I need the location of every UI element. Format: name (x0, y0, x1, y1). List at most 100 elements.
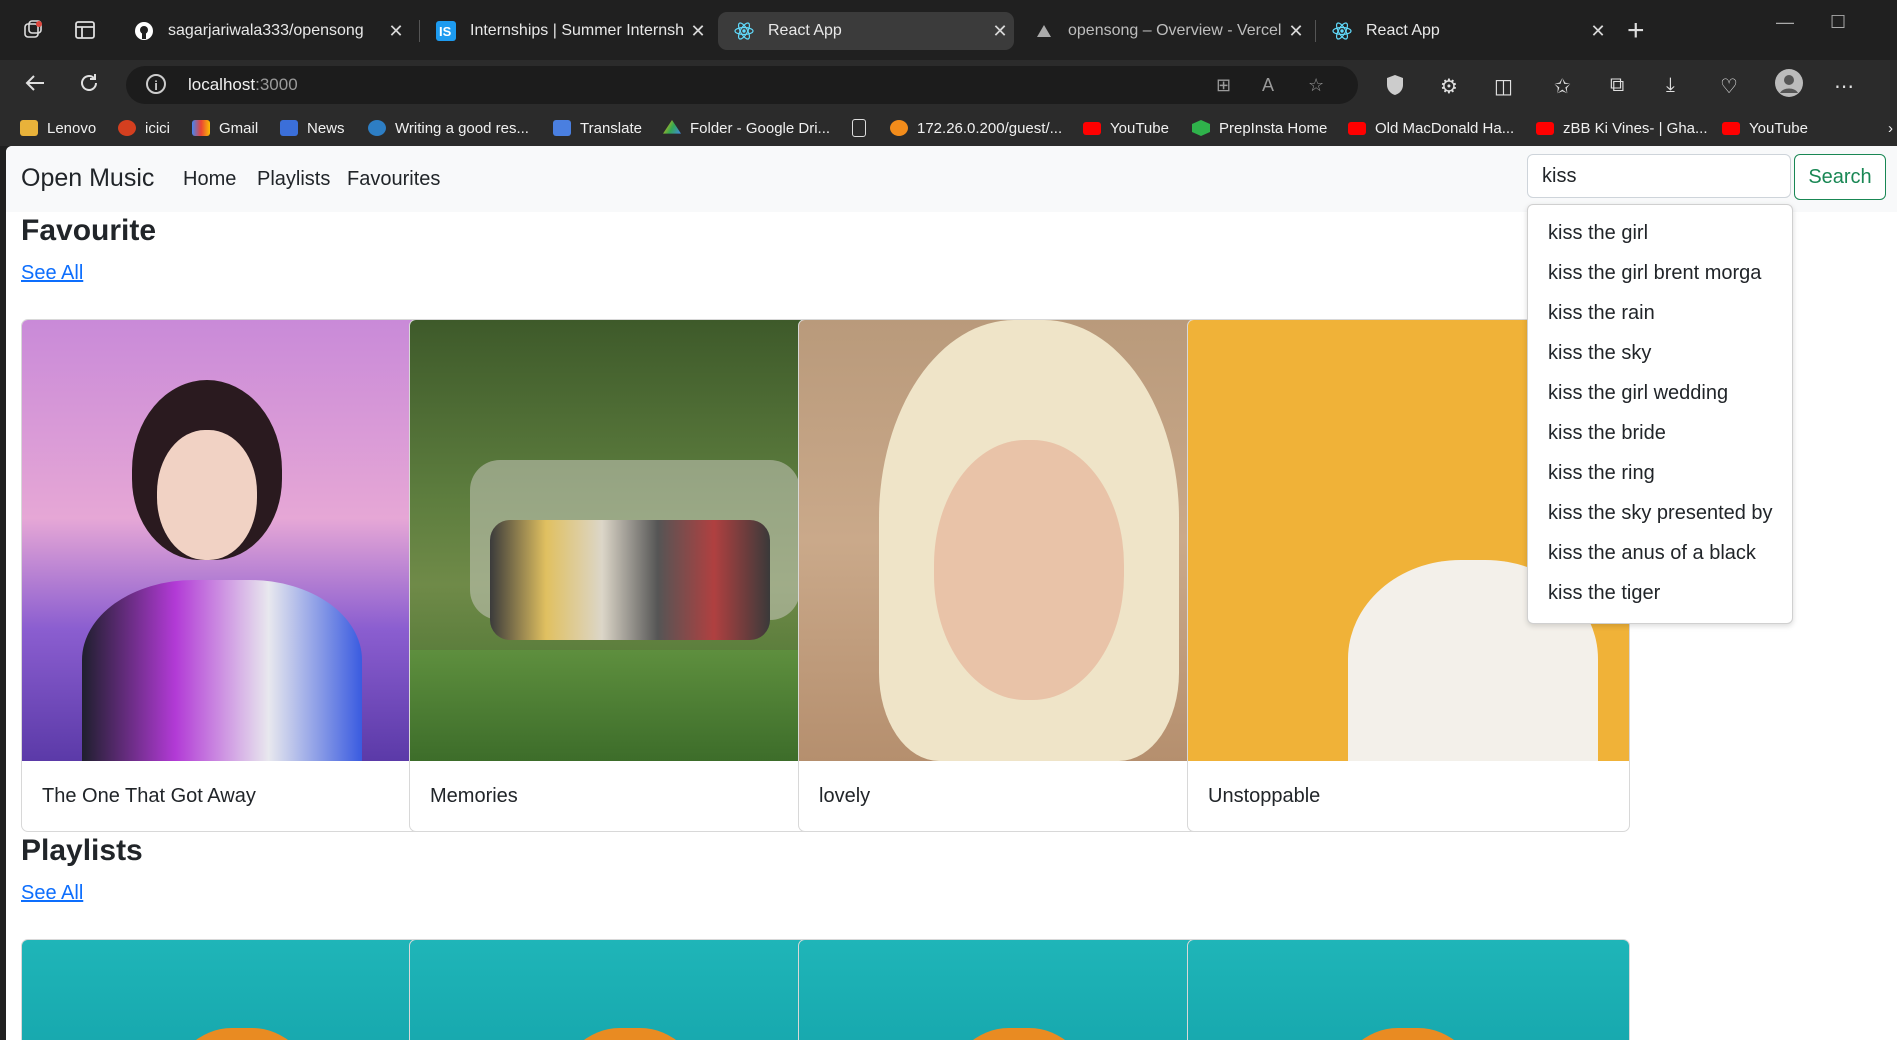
bookmark-guest-portal[interactable]: 172.26.0.200/guest/... (890, 118, 1062, 138)
profile-avatar[interactable] (1774, 68, 1804, 104)
bookmark-label: YouTube (1110, 119, 1169, 137)
search-input[interactable] (1527, 154, 1791, 198)
bookmark-gmail[interactable]: Gmail (192, 118, 258, 138)
minimize-icon[interactable]: — (1776, 12, 1794, 33)
song-card[interactable]: The One That Got Away (21, 319, 464, 832)
bookmark-label: Translate (580, 119, 642, 137)
bookmark-icici[interactable]: icici (118, 118, 170, 138)
close-tab-icon[interactable]: ✕ (986, 21, 1014, 42)
brand-logo[interactable]: Open Music (21, 164, 154, 193)
react-icon (734, 21, 754, 41)
close-tab-icon[interactable]: ✕ (1584, 21, 1612, 42)
youtube-icon (1083, 121, 1101, 135)
youtube-icon (1536, 121, 1554, 135)
more-bookmarks-icon[interactable]: › (1888, 118, 1893, 138)
playlist-card[interactable] (1187, 939, 1630, 1040)
extensions-icon[interactable]: ⚙ (1440, 74, 1458, 99)
favorites-icon[interactable]: ✩ (1554, 74, 1571, 99)
bookmark-old-macdonald[interactable]: Old MacDonald Ha... (1348, 118, 1514, 138)
suggestion-item[interactable]: kiss the girl (1528, 213, 1792, 253)
internshala-icon: IS (436, 21, 456, 41)
maximize-icon[interactable]: ☐ (1830, 12, 1846, 33)
nav-home[interactable]: Home (183, 168, 236, 191)
bookmark-page[interactable] (852, 118, 875, 138)
bookmark-lenovo[interactable]: Lenovo (20, 118, 96, 138)
search-suggestions-dropdown: kiss the girl kiss the girl brent morga … (1527, 204, 1793, 624)
tab-internships[interactable]: IS Internships | Summer Internship ✕ (420, 12, 712, 50)
close-tab-icon[interactable]: ✕ (1282, 21, 1310, 42)
address-bar[interactable]: i localhost:3000 ⊞ A ☆ (126, 66, 1358, 104)
search-button[interactable]: Search (1794, 154, 1886, 200)
tab-github[interactable]: sagarjariwala333/opensong ✕ (118, 12, 410, 50)
bookmark-label: YouTube (1749, 119, 1808, 137)
bookmark-label: 172.26.0.200/guest/... (917, 119, 1063, 137)
github-icon (134, 21, 154, 41)
icici-icon (118, 120, 136, 136)
split-screen-icon[interactable]: ◫ (1494, 74, 1513, 99)
album-cover-image (410, 320, 851, 761)
bookmark-label: Gmail (219, 119, 259, 137)
tab-react-app-active[interactable]: React App ✕ (718, 12, 1014, 50)
nav-playlists[interactable]: Playlists (257, 168, 330, 191)
close-tab-icon[interactable]: ✕ (382, 21, 410, 42)
tab-title: opensong – Overview - Vercel (1068, 22, 1282, 39)
suggestion-item[interactable]: kiss the anus of a black (1528, 533, 1792, 573)
prepinsta-icon (1192, 120, 1210, 136)
tab-title: React App (768, 22, 842, 39)
app-available-icon[interactable]: ⊞ (1216, 75, 1231, 96)
song-card[interactable]: Memories (409, 319, 852, 832)
tab-actions-icon[interactable] (68, 16, 102, 44)
bookmark-label: Lenovo (47, 119, 97, 137)
bookmark-youtube-2[interactable]: YouTube (1722, 118, 1808, 138)
read-aloud-icon[interactable]: A (1262, 75, 1274, 96)
reload-button[interactable] (78, 72, 100, 101)
bookmark-label: zBB Ki Vines- | Gha... (1563, 119, 1708, 137)
back-button[interactable] (24, 72, 46, 101)
playlist-card[interactable] (798, 939, 1241, 1040)
news-icon (280, 120, 298, 136)
bookmark-drive[interactable]: Folder - Google Dri... (663, 118, 830, 138)
url-text[interactable]: localhost:3000 (188, 75, 298, 95)
bookmark-translate[interactable]: Translate (553, 118, 642, 138)
app-navbar: Open Music Home Playlists Favourites Sea… (6, 146, 1897, 212)
bookmark-bb-ki-vines[interactable]: zBB Ki Vines- | Gha... (1536, 118, 1708, 138)
svg-text:IS: IS (439, 24, 452, 39)
suggestion-item[interactable]: kiss the sky (1528, 333, 1792, 373)
collections-icon[interactable]: ⧉ (1610, 74, 1624, 97)
suggestion-item[interactable]: kiss the ring (1528, 453, 1792, 493)
vercel-icon (1034, 21, 1054, 41)
youtube-icon (1348, 121, 1366, 135)
browser-essentials-icon[interactable]: ♡ (1720, 74, 1738, 99)
more-menu-icon[interactable]: ⋯ (1834, 74, 1854, 99)
playlists-see-all-link[interactable]: See All (21, 882, 83, 905)
song-title: Memories (430, 785, 518, 807)
favorite-star-icon[interactable]: ☆ (1308, 75, 1324, 96)
suggestion-item[interactable]: kiss the girl wedding (1528, 373, 1792, 413)
bookmark-writing[interactable]: Writing a good res... (368, 118, 529, 138)
suggestion-item[interactable]: kiss the bride (1528, 413, 1792, 453)
downloads-icon[interactable]: ⤓ (1666, 74, 1675, 97)
tab-react-app-2[interactable]: React App ✕ (1316, 12, 1612, 50)
suggestion-item[interactable]: kiss the sky presented by (1528, 493, 1792, 533)
nav-favourites[interactable]: Favourites (347, 168, 440, 191)
playlist-cover-image (560, 1028, 700, 1040)
youtube-icon (1722, 121, 1740, 135)
playlist-card[interactable] (21, 939, 464, 1040)
bookmark-label: News (307, 119, 345, 137)
close-tab-icon[interactable]: ✕ (684, 21, 712, 42)
song-card[interactable]: lovely (798, 319, 1241, 832)
portal-icon (890, 120, 908, 136)
tab-vercel[interactable]: opensong – Overview - Vercel ✕ (1018, 12, 1310, 50)
favourite-see-all-link[interactable]: See All (21, 262, 83, 285)
site-info-icon[interactable]: i (146, 74, 166, 94)
workspaces-icon[interactable] (16, 16, 50, 44)
extension-shield-icon[interactable] (1385, 74, 1405, 102)
bookmark-youtube[interactable]: YouTube (1083, 118, 1169, 138)
suggestion-item[interactable]: kiss the tiger (1528, 573, 1792, 613)
new-tab-button[interactable]: + (1627, 14, 1645, 48)
bookmark-prepinsta[interactable]: PrepInsta Home (1192, 118, 1327, 138)
bookmark-news[interactable]: News (280, 118, 345, 138)
suggestion-item[interactable]: kiss the girl brent morga (1528, 253, 1792, 293)
suggestion-item[interactable]: kiss the rain (1528, 293, 1792, 333)
playlist-card[interactable] (409, 939, 852, 1040)
